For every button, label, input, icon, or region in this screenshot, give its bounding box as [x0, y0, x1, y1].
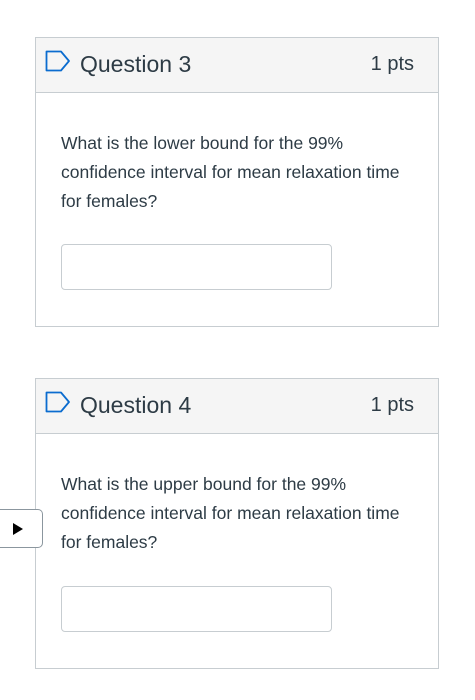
question-4-answer-input[interactable] [61, 586, 332, 632]
flag-question-icon[interactable] [45, 391, 71, 413]
question-3-answer-input[interactable] [61, 244, 332, 290]
question-4-title: Question 4 [80, 392, 192, 418]
question-4-text: What is the upper bound for the 99% conf… [61, 474, 400, 552]
question-3-points: 1 pts [370, 53, 414, 75]
question-3-header: Question 3 1 pts [36, 38, 438, 93]
question-4-points: 1 pts [370, 394, 414, 416]
question-3-card: Question 3 1 pts What is the lower bound… [35, 37, 439, 327]
question-4-header: Question 4 1 pts [36, 379, 438, 434]
question-4-card: Question 4 1 pts What is the upper bound… [35, 378, 439, 669]
play-triangle-icon [13, 522, 23, 535]
question-3-text: What is the lower bound for the 99% conf… [61, 133, 400, 211]
flag-question-icon[interactable] [45, 50, 71, 72]
question-nav-toggle-button[interactable] [0, 509, 43, 548]
question-3-title: Question 3 [80, 51, 192, 77]
